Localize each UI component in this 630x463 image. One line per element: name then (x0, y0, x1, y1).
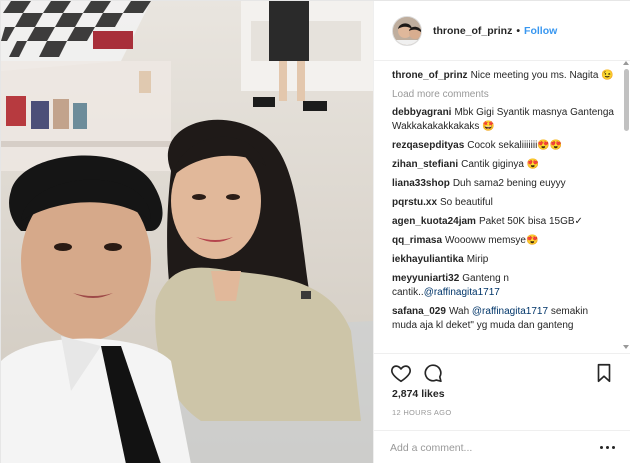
follow-button[interactable]: Follow (524, 25, 557, 37)
post-timestamp[interactable]: 12 HOURS AGO (392, 408, 451, 417)
avatar[interactable] (392, 15, 422, 46)
comment-username[interactable]: iekhayuliantika (392, 254, 464, 265)
comment-username[interactable]: safana_029 (392, 306, 446, 317)
action-icons-row (390, 362, 616, 386)
comment-item: pqrstu.xx So beautiful (392, 196, 614, 210)
comments-scrollbar-thumb[interactable] (624, 69, 629, 131)
comment-item: zihan_stefiani Cantik giginya 😍 (392, 158, 614, 172)
comment-text: Mirip (466, 254, 489, 265)
comment-item: safana_029 Wah @raffinagita1717 semakin m… (392, 305, 614, 333)
bookmark-icon[interactable] (593, 362, 615, 384)
instagram-post: throne_of_prinz • Follow throne_of_prinz… (0, 0, 630, 463)
post-author-username[interactable]: throne_of_prinz (433, 25, 512, 37)
scroll-up-arrow[interactable] (623, 61, 629, 65)
comment-mention-link[interactable]: @raffinagita1717 (424, 287, 500, 298)
comment-item: qq_rimasa Woooww memsye😍 (392, 234, 614, 248)
comment-text: Cocok sekaliiiiiii😍😍 (467, 140, 563, 151)
caption: throne_of_prinz Nice meeting you ms. Nagi… (392, 69, 614, 83)
comment-mention-link[interactable]: @raffinagita1717 (472, 306, 548, 317)
comments-list[interactable]: throne_of_prinz Nice meeting you ms. Nagi… (392, 69, 614, 351)
more-options-icon[interactable] (600, 441, 616, 453)
likes-count[interactable]: 2,874 likes (392, 388, 445, 400)
add-comment-bar (374, 430, 630, 463)
comment-item: rezqasepdityas Cocok sekaliiiiiii😍😍 (392, 139, 614, 153)
comment-text: Paket 50K bisa 15GB✓ (478, 216, 583, 227)
separator-dot: • (516, 24, 521, 37)
post-photo[interactable] (1, 1, 373, 463)
comment-username[interactable]: rezqasepdityas (392, 140, 464, 151)
comment-username[interactable]: agen_kuota24jam (392, 216, 476, 227)
comment-item: iekhayuliantika Mirip (392, 253, 614, 267)
comment-username[interactable]: qq_rimasa (392, 235, 442, 246)
comment-username[interactable]: liana33shop (392, 178, 450, 189)
comment-item: meyyuniarti32 Ganteng n cantik..@raffinag… (392, 272, 614, 300)
comment-item: debbyagrani Mbk Gigi Syantik masnya Gante… (392, 106, 614, 134)
comment-username[interactable]: pqrstu.xx (392, 197, 437, 208)
comment-text: Duh sama2 bening euyyy (452, 178, 566, 189)
comment-username[interactable]: debbyagrani (392, 107, 451, 118)
add-comment-input[interactable] (390, 439, 580, 457)
post-sidebar: throne_of_prinz • Follow throne_of_prinz… (373, 1, 630, 463)
post-actions: 2,874 likes 12 HOURS AGO (374, 353, 630, 463)
load-more-comments-button[interactable]: Load more comments (392, 89, 614, 100)
scroll-down-arrow[interactable] (623, 345, 629, 349)
comment-item: liana33shop Duh sama2 bening euyyy (392, 177, 614, 191)
comment-bubble-icon[interactable] (422, 362, 444, 384)
selfie-image (1, 1, 373, 463)
comment-username[interactable]: zihan_stefiani (392, 159, 458, 170)
comment-text: Cantik giginya 😍 (461, 159, 540, 170)
comment-text: So beautiful (440, 197, 493, 208)
comment-username[interactable]: meyyuniarti32 (392, 273, 459, 284)
heart-icon[interactable] (390, 362, 412, 384)
caption-text: Nice meeting you ms. Nagita 😉 (470, 70, 614, 81)
caption-username[interactable]: throne_of_prinz (392, 70, 468, 81)
comment-text: Wah (448, 306, 472, 317)
avatar-image (393, 16, 421, 45)
post-header: throne_of_prinz • Follow (374, 1, 630, 61)
comment-text: Woooww memsye😍 (445, 235, 539, 246)
comment-item: agen_kuota24jam Paket 50K bisa 15GB✓ (392, 215, 614, 229)
